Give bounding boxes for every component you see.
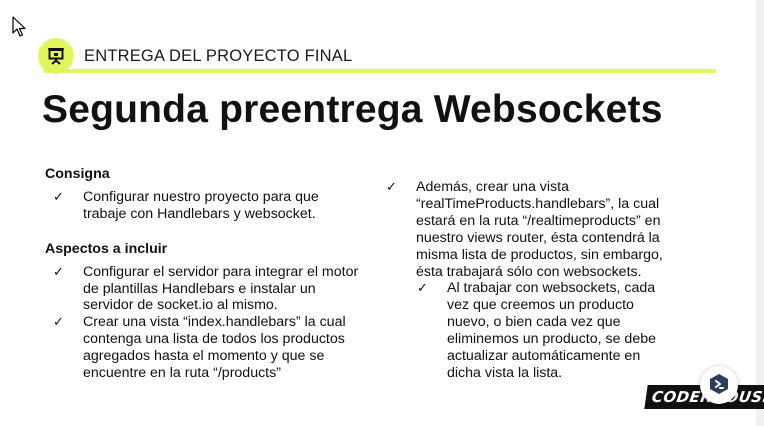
- right-column: ✓ Además, crear una vista “realTimeProdu…: [378, 179, 678, 382]
- list-item: ✓ Configurar el servidor para integrar e…: [45, 264, 365, 315]
- check-icon: ✓: [53, 314, 64, 330]
- aspectos-heading: Aspectos a incluir: [45, 240, 168, 257]
- list-item-text: Al trabajar con websockets, cada vez que…: [447, 280, 656, 381]
- left-column: Consigna ✓ Configurar nuestro proyecto p…: [45, 166, 365, 382]
- mouse-cursor-icon: [12, 16, 26, 37]
- section-header-title: ENTREGA DEL PROYECTO FINAL: [84, 47, 353, 65]
- check-icon: ✓: [417, 280, 428, 296]
- list-item: ✓ Configurar nuestro proyecto para que t…: [45, 189, 365, 223]
- list-item: ✓ Además, crear una vista “realTimeProdu…: [378, 179, 678, 280]
- consigna-heading: Consigna: [45, 166, 110, 182]
- slide-title: Segunda preentrega Websockets: [42, 88, 663, 131]
- chat-help-button[interactable]: [700, 366, 738, 404]
- header-rule: [44, 69, 716, 73]
- list-item-text: Configurar nuestro proyecto para que tra…: [83, 188, 319, 222]
- chat-help-icon: [710, 374, 728, 394]
- check-icon: ✓: [53, 188, 64, 204]
- slide-edge-bar: [756, 0, 764, 426]
- list-item-text: Crear una vista “index.handlebars” la cu…: [83, 314, 346, 382]
- list-item: ✓ Crear una vista “index.handlebars” la …: [45, 314, 365, 382]
- list-item-text: Configurar el servidor para integrar el …: [83, 263, 359, 314]
- check-icon: ✓: [53, 263, 64, 279]
- sub-list-item: ✓ Al trabajar con websockets, cada vez q…: [409, 280, 678, 381]
- list-item-text: Además, crear una vista “realTimeProduct…: [416, 179, 663, 280]
- check-icon: ✓: [386, 179, 397, 194]
